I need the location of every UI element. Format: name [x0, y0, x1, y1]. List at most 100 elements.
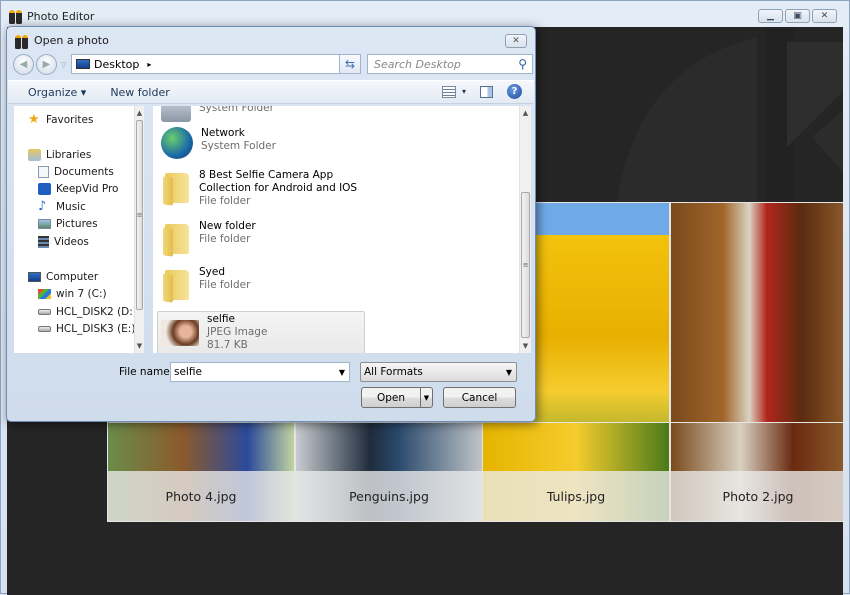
search-placeholder: Search Desktop: [374, 57, 461, 71]
app-logo-icon: [9, 10, 23, 24]
file-list: System Folder Network System Folder 8 Bes…: [153, 106, 531, 353]
folder-icon: [161, 220, 191, 256]
recent-pages-dropdown[interactable]: ▽: [61, 61, 66, 69]
nav-documents[interactable]: Documents: [38, 166, 114, 178]
nav-label: Documents: [54, 166, 114, 178]
app-logo-icon: [15, 34, 29, 49]
refresh-button[interactable]: ⇆: [339, 54, 361, 74]
file-name-label: File name:: [119, 366, 174, 378]
dialog-title: Open a photo: [34, 34, 109, 47]
music-icon: ♪: [38, 199, 47, 214]
navigation-bar: ◀ ▶ ▽ Desktop ▸ ▾ ⇆ Search Desktop ⚲: [13, 54, 533, 76]
file-name: Network: [201, 127, 245, 139]
scroll-up-arrow[interactable]: ▲: [135, 109, 144, 117]
nav-label: Libraries: [46, 149, 92, 161]
maximize-button[interactable]: ▣: [785, 9, 810, 23]
address-location[interactable]: Desktop: [94, 58, 139, 71]
nav-drive-c[interactable]: win 7 (C:): [38, 288, 107, 300]
nav-label: Computer: [46, 271, 99, 283]
file-format-value: All Formats: [364, 366, 423, 378]
file-type: File folder: [199, 279, 251, 291]
file-type: File folder: [199, 195, 251, 207]
drive-icon: [38, 326, 51, 332]
file-type: File folder: [199, 233, 251, 245]
file-list-scrollbar[interactable]: ▲ ≡ ▼: [519, 106, 531, 353]
scroll-thumb[interactable]: ≡: [521, 192, 530, 338]
nav-label: HCL_DISK3 (E:): [56, 323, 136, 335]
scroll-up-arrow[interactable]: ▲: [520, 109, 531, 117]
file-type: System Folder: [201, 140, 276, 152]
network-icon: [161, 127, 193, 159]
file-item[interactable]: Network System Folder: [161, 127, 276, 159]
nav-drive-d[interactable]: HCL_DISK2 (D:): [38, 306, 137, 318]
photo-tile[interactable]: Tulips.jpg: [482, 422, 670, 522]
photo-tile[interactable]: Penguins.jpg: [295, 422, 483, 522]
keepvid-icon: [38, 183, 51, 195]
open-photo-dialog: Open a photo ✕ ◀ ▶ ▽ Desktop ▸ ▾ ⇆ Searc…: [6, 26, 536, 422]
drive-icon: [38, 309, 51, 315]
cancel-button[interactable]: Cancel: [443, 387, 516, 408]
nav-label: win 7 (C:): [56, 288, 107, 300]
breadcrumb-arrow-icon[interactable]: ▸: [147, 60, 151, 69]
file-name-input[interactable]: selfie ▼: [170, 362, 350, 382]
view-dropdown-icon: ▾: [461, 87, 466, 96]
dialog-close-button[interactable]: ✕: [505, 34, 527, 48]
app-titlebar: Photo Editor: [9, 7, 94, 25]
file-name-dropdown-icon[interactable]: ▼: [339, 368, 345, 377]
desktop-icon: [76, 59, 90, 69]
scroll-thumb[interactable]: ≡: [136, 120, 143, 310]
new-folder-button[interactable]: New folder: [110, 86, 169, 99]
photo-tile[interactable]: Photo 4.jpg: [107, 422, 295, 522]
watermark-logo-icon: [617, 27, 843, 202]
folder-icon: [161, 169, 191, 205]
file-item[interactable]: System Folder: [161, 106, 274, 122]
nav-drive-e[interactable]: HCL_DISK3 (E:): [38, 323, 135, 335]
help-icon[interactable]: ?: [507, 84, 522, 99]
star-icon: ★: [28, 112, 40, 127]
nav-pictures[interactable]: Pictures: [38, 218, 98, 230]
file-name-line2: Collection for Android and IOS: [199, 182, 358, 194]
preview-pane-icon[interactable]: [480, 85, 493, 98]
back-button[interactable]: ◀: [13, 54, 34, 75]
nav-label: KeepVid Pro: [56, 183, 119, 195]
nav-label: Pictures: [56, 218, 98, 230]
pictures-icon: [38, 219, 51, 229]
file-name: selfie: [207, 313, 235, 325]
open-button[interactable]: Open ▼: [361, 387, 433, 408]
computer-icon: [28, 272, 41, 282]
nav-libraries[interactable]: Libraries: [28, 149, 91, 161]
nav-music[interactable]: ♪ Music: [38, 199, 86, 214]
nav-keepvid-pro[interactable]: KeepVid Pro: [38, 183, 118, 195]
organize-button[interactable]: Organize ▾: [28, 86, 86, 99]
file-item[interactable]: Syed File folder: [161, 266, 250, 302]
file-item[interactable]: 8 Best Selfie Camera App Collection for A…: [161, 169, 357, 208]
file-name: 8 Best Selfie Camera App: [199, 169, 334, 181]
close-button[interactable]: ✕: [812, 9, 837, 23]
file-item[interactable]: New folder File folder: [161, 220, 256, 256]
search-input[interactable]: Search Desktop ⚲: [367, 54, 533, 74]
documents-icon: [38, 166, 49, 178]
file-name-value: selfie: [174, 366, 202, 378]
nav-videos[interactable]: Videos: [38, 236, 89, 248]
scroll-down-arrow[interactable]: ▼: [135, 342, 144, 350]
nav-pane-scrollbar[interactable]: ▲ ≡ ▼: [134, 106, 144, 353]
file-item-selected[interactable]: selfie JPEG Image 81.7 KB: [157, 311, 365, 353]
nav-computer[interactable]: Computer: [28, 271, 98, 283]
search-icon[interactable]: ⚲: [518, 57, 527, 71]
photo-caption: Photo 4.jpg: [108, 471, 294, 521]
format-dropdown-icon[interactable]: ▼: [506, 368, 512, 377]
open-button-label: Open: [376, 391, 406, 404]
change-view-button[interactable]: ▾: [441, 85, 466, 98]
file-format-select[interactable]: All Formats ▼: [360, 362, 517, 382]
photo-caption: Penguins.jpg: [296, 471, 482, 521]
address-bar[interactable]: Desktop ▸ ▾: [71, 54, 347, 74]
open-options-dropdown[interactable]: ▼: [420, 388, 432, 407]
scroll-down-arrow[interactable]: ▼: [520, 342, 531, 350]
dialog-titlebar: Open a photo: [15, 34, 109, 49]
minimize-button[interactable]: ▁: [758, 9, 783, 23]
nav-label: Favorites: [46, 114, 94, 126]
photo-tile[interactable]: Photo 2.jpg: [670, 422, 843, 522]
nav-favorites[interactable]: ★ Favorites: [28, 112, 94, 127]
forward-button[interactable]: ▶: [36, 54, 57, 75]
dialog-toolbar: Organize ▾ New folder ▾ ?: [8, 80, 534, 104]
